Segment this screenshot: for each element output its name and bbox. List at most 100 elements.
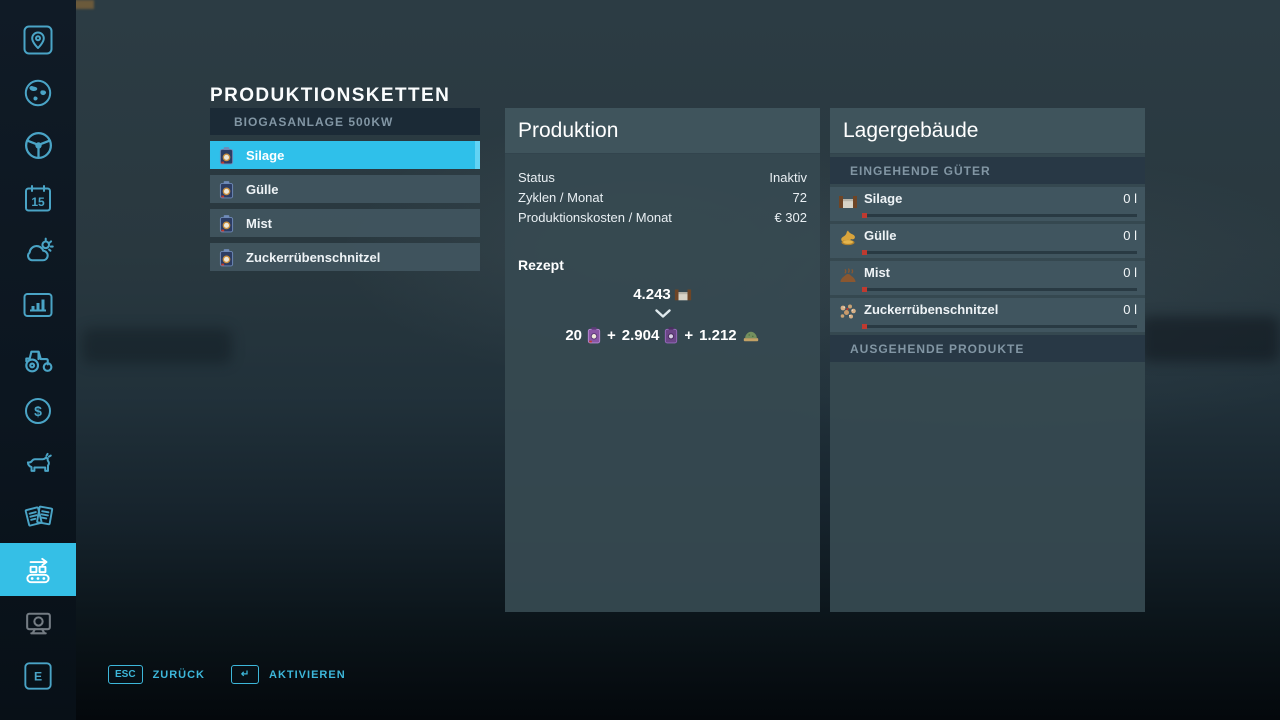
facility-item-label: Mist	[246, 216, 272, 231]
map-pin-icon	[22, 24, 54, 56]
storage-row-guelle: Gülle 0 l	[830, 224, 1145, 258]
esc-key: ESC	[108, 665, 143, 684]
sidebar-item-finances[interactable]: $	[0, 384, 76, 437]
fill-level-bar	[862, 214, 1137, 217]
steering-wheel-icon	[22, 129, 55, 162]
sidebar-item-key-e[interactable]: E	[0, 649, 76, 702]
facility-item-label: Zuckerrübenschnitzel	[246, 250, 380, 265]
production-panel: Produktion Status Inaktiv Zyklen / Monat…	[505, 108, 820, 612]
storage-row-silage: Silage 0 l	[830, 187, 1145, 221]
page-title: PRODUKTIONSKETTEN	[210, 85, 450, 107]
chevron-down-icon	[655, 309, 671, 318]
methane-tank-icon	[219, 180, 234, 199]
facility-item-guelle[interactable]: Gülle	[210, 175, 480, 203]
production-chain-icon	[21, 553, 55, 587]
sidebar-item-vehicles[interactable]	[0, 331, 76, 384]
globe-icon	[22, 77, 54, 109]
facility-item-zuckerruebenschnitzel[interactable]: Zuckerrübenschnitzel	[210, 243, 480, 271]
sidebar-item-animals[interactable]	[0, 437, 76, 490]
methane-tank-icon	[219, 248, 234, 267]
stat-label: Status	[518, 170, 555, 185]
sidebar-item-contracts[interactable]	[0, 490, 76, 543]
svg-text:15: 15	[31, 195, 45, 209]
storage-row-label: Mist	[864, 265, 890, 281]
recipe-heading: Rezept	[518, 257, 807, 273]
storage-row-mist: Mist 0 l	[830, 261, 1145, 295]
methane-tank-icon	[219, 214, 234, 233]
outgoing-products-header: AUSGEHENDE PRODUKTE	[830, 335, 1145, 362]
activate-label: AKTIVIEREN	[269, 669, 346, 681]
stat-label: Produktionskosten / Monat	[518, 210, 672, 225]
recipe-input-amount: 4.243	[633, 286, 671, 303]
sidebar-item-videos[interactable]	[0, 596, 76, 649]
dollar-coin-icon: $	[22, 395, 54, 427]
facility-item-mist[interactable]: Mist	[210, 209, 480, 237]
fill-level-bar	[862, 325, 1137, 328]
sidebar-item-world[interactable]	[0, 66, 76, 119]
sidebar-item-statistics[interactable]	[0, 278, 76, 331]
facility-panel-header: BIOGASANLAGE 500KW	[210, 108, 480, 135]
svg-text:E: E	[34, 669, 42, 683]
recipe-output-amount: 2.904	[622, 327, 660, 344]
stat-value: 72	[793, 190, 807, 205]
key-hints-bar: ESC ZURÜCK ↵ AKTIVIEREN	[108, 665, 346, 684]
facility-item-label: Silage	[246, 148, 284, 163]
solid-digestate-icon	[742, 326, 760, 344]
facility-item-silage[interactable]: Silage	[210, 141, 480, 169]
cow-icon	[21, 447, 55, 481]
contracts-icon	[21, 500, 55, 534]
stat-row-status: Status Inaktiv	[518, 167, 807, 187]
facility-panel: BIOGASANLAGE 500KW Silage Gülle	[210, 108, 480, 271]
sidebar-item-weather[interactable]	[0, 225, 76, 278]
back-hint[interactable]: ESC ZURÜCK	[108, 665, 205, 684]
facility-item-label: Gülle	[246, 182, 279, 197]
production-panel-title: Produktion	[505, 108, 820, 154]
fill-level-bar	[862, 251, 1137, 254]
recipe-input-row: 4.243	[505, 285, 820, 303]
storage-row-value: 0 l	[1123, 228, 1137, 244]
sidebar-item-driving[interactable]	[0, 119, 76, 172]
sidebar-item-production-chains[interactable]	[0, 543, 76, 596]
game-screen: 15	[0, 0, 1280, 720]
stat-row-costs: Produktionskosten / Monat € 302	[518, 207, 807, 227]
storage-panel: Lagergebäude EINGEHENDE GÜTER Silage 0 l…	[830, 108, 1145, 612]
storage-row-value: 0 l	[1123, 191, 1137, 207]
storage-row-zuckerruebenschnitzel: Zuckerrübenschnitzel 0 l	[830, 298, 1145, 332]
stats-chart-icon	[22, 289, 54, 321]
svg-text:$: $	[34, 403, 42, 419]
stat-value: Inaktiv	[769, 170, 807, 185]
manure-icon	[838, 265, 858, 285]
slurry-icon	[838, 228, 858, 248]
plus-sign: +	[607, 327, 616, 344]
production-stats: Status Inaktiv Zyklen / Monat 72 Produkt…	[505, 154, 820, 227]
stat-value: € 302	[774, 210, 807, 225]
methane-icon	[587, 326, 601, 344]
methane-tank-icon	[219, 146, 234, 165]
enter-key-icon: ↵	[231, 665, 259, 684]
digestate-icon	[664, 326, 678, 344]
activate-hint[interactable]: ↵ AKTIVIEREN	[231, 665, 346, 684]
recipe-output-amount: 20	[565, 327, 582, 344]
sidebar-item-calendar[interactable]: 15	[0, 172, 76, 225]
fill-level-bar	[862, 288, 1137, 291]
calendar-icon: 15	[22, 183, 54, 215]
recipe-output-row: 20 + 2.904 + 1.212	[505, 326, 820, 344]
sidebar-item-map[interactable]	[0, 13, 76, 66]
silage-icon	[674, 285, 692, 303]
storage-row-label: Silage	[864, 191, 902, 207]
e-key-icon: E	[23, 661, 53, 691]
tv-icon	[22, 606, 55, 639]
recipe-output-amount: 1.212	[699, 327, 737, 344]
storage-row-value: 0 l	[1123, 265, 1137, 281]
storage-panel-title: Lagergebäude	[830, 108, 1145, 154]
plus-sign: +	[684, 327, 693, 344]
storage-row-value: 0 l	[1123, 302, 1137, 318]
back-label: ZURÜCK	[153, 669, 205, 681]
stat-label: Zyklen / Monat	[518, 190, 603, 205]
incoming-goods-header: EINGEHENDE GÜTER	[830, 157, 1145, 184]
storage-row-label: Gülle	[864, 228, 897, 244]
stat-row-cycles: Zyklen / Monat 72	[518, 187, 807, 207]
tractor-icon	[21, 341, 55, 375]
background-silhouette	[1140, 316, 1280, 362]
background-silhouette	[82, 328, 232, 364]
